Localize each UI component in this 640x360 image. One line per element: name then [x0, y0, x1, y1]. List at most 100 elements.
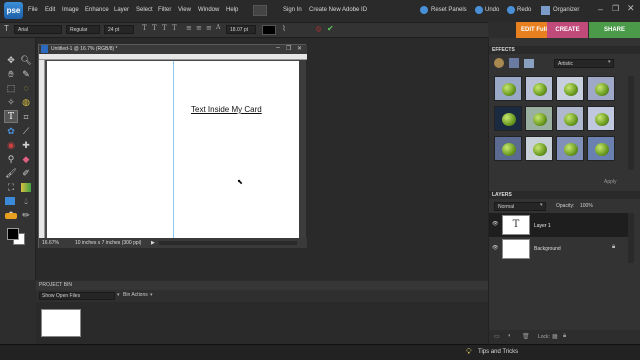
crop-tool-icon[interactable]: ⌗ [20, 111, 32, 123]
sign-in-link[interactable]: Sign In [283, 7, 302, 13]
layer-styles-icon[interactable] [509, 58, 519, 68]
vertical-scrollbar[interactable] [299, 60, 306, 239]
healing-brush-tool-icon[interactable]: ✚ [20, 139, 32, 151]
font-size-select[interactable]: 24 pt [104, 25, 134, 34]
bold-icon[interactable]: T [142, 24, 147, 32]
align-left-icon[interactable]: ≡ [186, 24, 192, 32]
menu-filter[interactable]: Filter [158, 7, 171, 13]
visibility-eye-icon-2[interactable]: 👁︎ [492, 245, 498, 251]
doc-restore-icon[interactable]: ❐ [286, 45, 291, 52]
clone-stamp-tool-icon[interactable]: ⚲ [5, 153, 17, 165]
bin-actions-arrow-icon[interactable]: ▾ [150, 292, 153, 298]
brush-tool-icon[interactable]: 🖌︎ [5, 167, 17, 179]
font-style-select[interactable]: Regular [66, 25, 100, 34]
menu-view[interactable]: View [178, 7, 191, 13]
pencil-tool-icon[interactable]: ✏︎ [20, 209, 32, 221]
effect-thumb-1[interactable] [494, 76, 522, 101]
align-right-icon[interactable]: ≡ [206, 24, 212, 32]
eraser-tool-icon[interactable]: ◆ [20, 153, 32, 165]
gradient-tool-icon[interactable] [21, 183, 31, 192]
undo-button[interactable]: Undo [485, 7, 499, 13]
show-open-files-select[interactable]: Show Open Files [39, 292, 115, 300]
reset-panels-button[interactable]: Reset Panels [431, 7, 467, 13]
layer-name[interactable]: Layer 1 [534, 223, 551, 229]
horizontal-scrollbar[interactable] [159, 241, 297, 245]
card-text-layer[interactable]: Text Inside My Card [191, 105, 262, 114]
layers-scrollbar[interactable] [628, 213, 634, 263]
restore-icon[interactable]: ❐ [612, 4, 619, 13]
leading-field[interactable]: 18.07 pt [226, 25, 256, 34]
apply-effect-button[interactable]: Apply [604, 179, 617, 185]
smart-brush-tool-icon[interactable]: ✐ [20, 167, 32, 179]
effect-thumb-6[interactable] [525, 106, 553, 131]
organizer-button[interactable]: Organizer [553, 7, 579, 13]
effect-thumb-8[interactable] [587, 106, 615, 131]
chevron-down-icon[interactable]: ▾ [117, 292, 120, 298]
strikethrough-icon[interactable]: T [172, 24, 177, 32]
lasso-tool-icon[interactable]: ◌ [20, 82, 32, 94]
shape-tool-icon[interactable] [5, 197, 15, 205]
filters-icon[interactable] [494, 58, 504, 68]
doc-minimize-icon[interactable]: – [276, 44, 280, 51]
zoom-readout[interactable]: 16.67% [42, 238, 59, 248]
menu-help[interactable]: Help [226, 7, 238, 13]
tips-and-tricks-link[interactable]: Tips and Tricks [478, 349, 518, 355]
quick-selection-tool-icon[interactable]: ◍ [20, 96, 32, 108]
blur-tool-icon[interactable]: 💧︎ [20, 195, 32, 207]
content-aware-tool-icon[interactable] [5, 213, 17, 219]
italic-icon[interactable]: T [152, 24, 157, 32]
effects-category-select[interactable]: Artistic [554, 59, 614, 68]
menu-enhance[interactable]: Enhance [85, 7, 109, 13]
effect-thumb-7[interactable] [556, 106, 584, 131]
magic-wand-tool-icon[interactable]: ✧ [5, 96, 17, 108]
share-tab[interactable]: SHARE [589, 22, 640, 38]
visibility-eye-icon[interactable]: 👁︎ [492, 221, 498, 227]
cookie-cutter-tool-icon[interactable]: ✿ [5, 125, 17, 137]
zoom-tool-icon[interactable]: 🔍︎ [20, 54, 32, 66]
red-eye-tool-icon[interactable]: ◉ [5, 139, 17, 151]
effect-thumb-2[interactable] [525, 76, 553, 101]
underline-icon[interactable]: T [162, 24, 167, 32]
commit-icon[interactable]: ✔ [327, 24, 334, 33]
photo-effects-icon[interactable] [524, 59, 534, 68]
doc-close-icon[interactable]: ✕ [297, 45, 302, 52]
create-tab[interactable]: CREATE [547, 22, 588, 38]
minimize-icon[interactable]: – [598, 4, 603, 14]
adjustment-layer-icon[interactable]: ◐ [508, 333, 512, 339]
effect-thumb-12[interactable] [587, 136, 615, 161]
move-tool-icon[interactable]: ✥ [5, 54, 17, 66]
menu-image[interactable]: Image [62, 7, 79, 13]
document-title[interactable]: Untitled-1 @ 16.7% (RGB/8) * [39, 45, 307, 54]
warp-text-icon[interactable]: ⌇ [282, 24, 286, 33]
align-center-icon[interactable]: ≡ [196, 24, 202, 32]
redo-button[interactable]: Redo [517, 7, 531, 13]
marquee-tool-icon[interactable]: ⬚ [5, 82, 17, 94]
effects-scrollbar[interactable] [628, 76, 634, 170]
straighten-tool-icon[interactable]: ⟋ [20, 125, 32, 137]
status-menu-arrow-icon[interactable]: ▶ [151, 238, 155, 248]
text-color-swatch[interactable] [262, 25, 276, 35]
lock-transparent-icon[interactable]: ▦ [552, 333, 558, 340]
bin-document-thumbnail[interactable] [41, 309, 81, 337]
foreground-color-swatch[interactable] [7, 228, 19, 240]
effect-thumb-9[interactable] [494, 136, 522, 161]
effects-dropdown-icon[interactable]: ▾ [608, 59, 611, 65]
hand-tool-icon[interactable]: ✋︎ [5, 68, 17, 80]
cancel-icon[interactable]: ⦸ [316, 24, 321, 34]
menu-file[interactable]: File [28, 7, 38, 13]
bin-actions-menu[interactable]: Bin Actions [123, 292, 148, 298]
blend-mode-dropdown-icon[interactable]: ▾ [540, 202, 543, 208]
menu-layer[interactable]: Layer [114, 7, 129, 13]
new-layer-icon[interactable]: ▭ [494, 333, 500, 340]
eyedropper-tool-icon[interactable]: ✎ [20, 68, 32, 80]
blend-mode-select[interactable]: Normal [494, 202, 546, 211]
effect-thumb-10[interactable] [525, 136, 553, 161]
effect-thumb-3[interactable] [556, 76, 584, 101]
create-id-link[interactable]: Create New Adobe ID [309, 7, 367, 13]
effect-thumb-4[interactable] [587, 76, 615, 101]
arrange-icon[interactable] [253, 5, 267, 16]
opacity-field[interactable]: 100% [580, 203, 593, 209]
menu-edit[interactable]: Edit [45, 7, 55, 13]
close-icon[interactable]: ✕ [627, 3, 635, 14]
menu-select[interactable]: Select [136, 7, 153, 13]
